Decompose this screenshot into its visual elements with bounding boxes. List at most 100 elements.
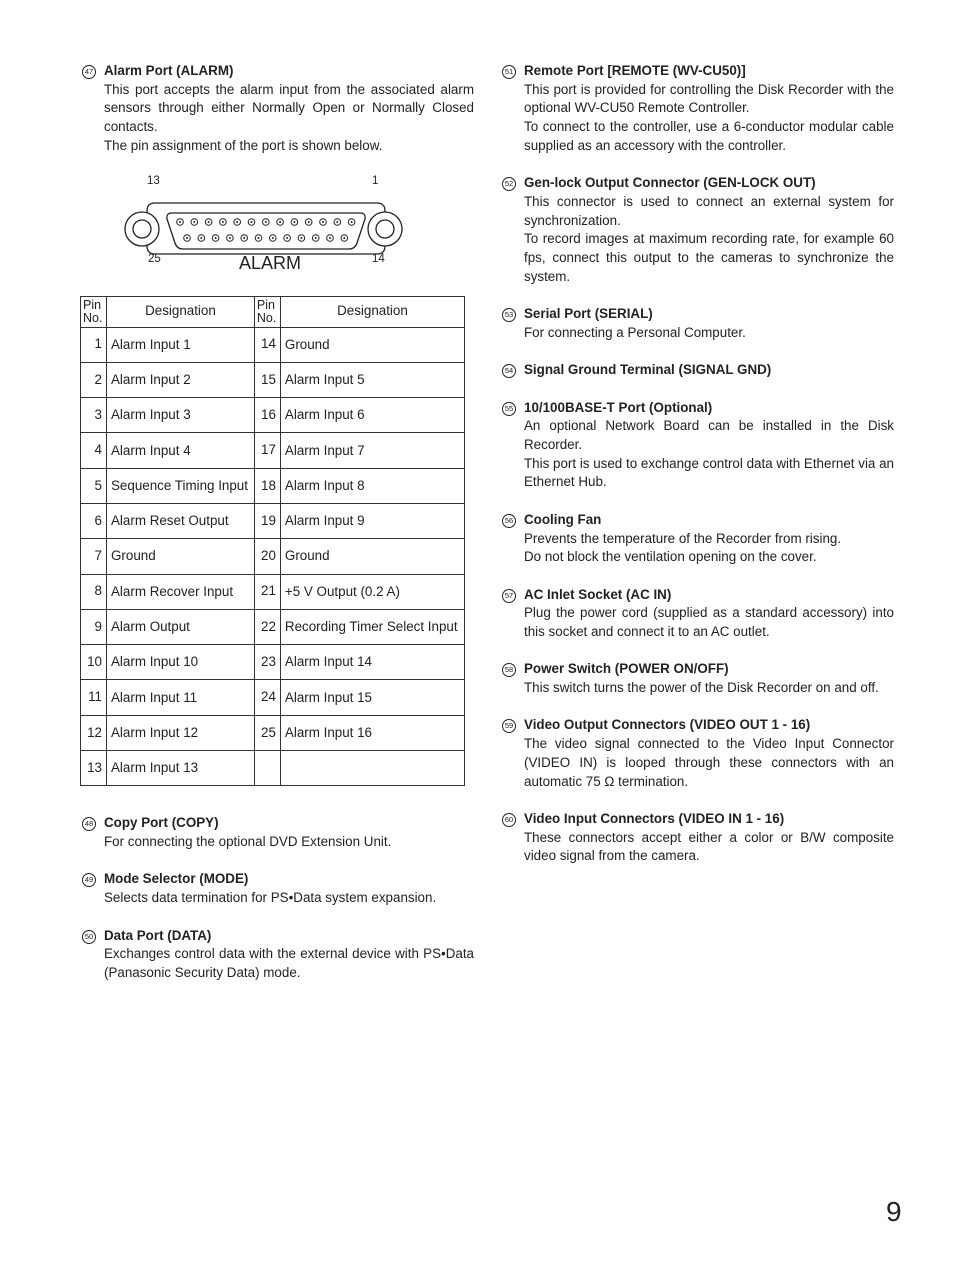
alarm-connector-diagram: 13 1 25 14 ALARM: [82, 168, 474, 288]
section: 54 Signal Ground Terminal (SIGNAL GND): [502, 361, 894, 380]
section: 50 Data Port (DATA) Exchanges control data…: [82, 927, 474, 983]
section: 51 Remote Port [REMOTE (WV-CU50)] This por…: [502, 62, 894, 156]
pin-designation: Alarm Input 2: [106, 361, 255, 399]
pin-number: 24: [253, 679, 281, 716]
pin-number: 12: [80, 714, 107, 752]
pin-center: [336, 220, 339, 223]
table-row: 13 Alarm Input 13: [80, 750, 466, 787]
section-heading: 50 Data Port (DATA): [82, 927, 474, 946]
section-body: An optional Network Board can be install…: [502, 417, 894, 492]
pin-designation: +5 V Output (0.2 A): [279, 573, 466, 610]
pin-number: 14: [253, 326, 281, 363]
section-body: This port accepts the alarm input from t…: [82, 81, 474, 156]
pin-designation: Alarm Input 11: [106, 679, 255, 716]
circled-number: 50: [82, 929, 96, 944]
pin-center: [214, 236, 217, 239]
pin-designation: [279, 750, 466, 787]
pin-number: 6: [80, 502, 107, 540]
section-body: For connecting a Personal Computer.: [502, 324, 894, 343]
circled-number: 47: [82, 65, 96, 79]
circled-number: 55: [502, 401, 516, 416]
pin-number: 8: [80, 573, 107, 610]
section-title: Data Port (DATA): [104, 927, 212, 943]
pin-designation: Ground: [279, 326, 466, 363]
pin-designation: Alarm Input 6: [279, 397, 466, 434]
section-heading: 55 10/100BASE-T Port (Optional): [502, 399, 894, 418]
pin-number: 23: [253, 644, 281, 681]
section-title: Video Input Connectors (VIDEO IN 1 - 16): [524, 810, 785, 826]
pin-designation: Alarm Input 12: [106, 714, 255, 752]
section-title: Power Switch (POWER ON/OFF): [524, 661, 729, 677]
paragraph: Do not block the ventilation opening on …: [524, 549, 817, 565]
pin-center: [314, 236, 317, 239]
left-column: 47 Alarm Port (ALARM) This port accepts th…: [80, 62, 474, 1001]
circled-number: 57: [502, 588, 516, 603]
table-row: 4 Alarm Input 4 17 Alarm Input 7: [80, 432, 466, 469]
pin-number: 19: [253, 502, 281, 540]
pin-center: [271, 236, 274, 239]
section: 60 Video Input Connectors (VIDEO IN 1 - 1…: [502, 810, 894, 866]
d-sub-25-connector-icon: [124, 201, 403, 255]
pin-number: 16: [253, 397, 281, 434]
pin-designation: Alarm Input 1: [106, 326, 255, 363]
column-header: Designation: [279, 295, 466, 328]
section-title: Video Output Connectors (VIDEO OUT 1 - 1…: [524, 717, 811, 733]
pin-center: [300, 236, 303, 239]
section: 48 Copy Port (COPY) For connecting the opt…: [82, 814, 474, 851]
pin-center: [186, 236, 188, 239]
section-heading: 54 Signal Ground Terminal (SIGNAL GND): [502, 361, 894, 380]
pin-number: 2: [80, 361, 107, 399]
pin-number: 20: [253, 538, 281, 575]
table-row: 5 Sequence Timing Input 18 Alarm Input 8: [80, 467, 466, 505]
pin-center: [293, 220, 296, 223]
section-title: Serial Port (SERIAL): [524, 306, 653, 322]
column-header: Pin No.: [80, 295, 107, 328]
pin-center: [286, 236, 289, 239]
column-header: Pin No.: [253, 295, 281, 328]
section: 52 Gen-lock Output Connector (GEN-LOCK OU…: [502, 174, 894, 286]
section-body: Selects data termination for PS•Data sys…: [82, 889, 474, 908]
circled-number: 56: [502, 513, 516, 528]
table-row: 7 Ground 20 Ground: [80, 538, 466, 575]
pin-designation: Alarm Input 9: [279, 502, 466, 540]
pin-number: 21: [253, 573, 281, 610]
pin-number: 9: [80, 608, 107, 646]
section-body: For connecting the optional DVD Extensio…: [82, 833, 474, 852]
section-heading: 59 Video Output Connectors (VIDEO OUT 1 -…: [502, 716, 894, 735]
paragraph: Prevents the temperature of the Recorder…: [524, 530, 842, 546]
pin-designation: Alarm Output: [106, 608, 255, 646]
pin-number: 3: [80, 397, 107, 434]
section: 53 Serial Port (SERIAL) For connecting a P…: [502, 305, 894, 342]
pin-center: [322, 220, 324, 223]
paragraph: This port accepts the alarm input from t…: [104, 81, 474, 135]
section-heading: 48 Copy Port (COPY): [82, 814, 474, 833]
pin-number: 11: [80, 679, 107, 716]
section-title: AC Inlet Socket (AC IN): [524, 586, 672, 602]
pin-center: [236, 220, 239, 223]
pin-number: 13: [80, 750, 107, 787]
pin-number: [253, 750, 281, 787]
right-column: 51 Remote Port [REMOTE (WV-CU50)] This por…: [502, 62, 894, 885]
section: 47 Alarm Port (ALARM) This port accepts th…: [82, 62, 474, 156]
paragraph: This connector is used to connect an ext…: [524, 193, 894, 228]
pin-center: [228, 236, 231, 239]
circled-number: 52: [502, 177, 516, 192]
section-title: Mode Selector (MODE): [104, 871, 249, 887]
table-row: 11 Alarm Input 11 24 Alarm Input 15: [80, 679, 466, 716]
pin-number: 22: [253, 608, 281, 646]
table-row: 10 Alarm Input 10 23 Alarm Input 14: [80, 644, 466, 681]
circled-number: 51: [502, 65, 516, 79]
pin-designation: Alarm Input 15: [279, 679, 466, 716]
circled-number: 59: [502, 719, 516, 734]
paragraph: Exchanges control data with the external…: [104, 946, 474, 980]
pin-designation: Alarm Input 13: [106, 750, 255, 787]
circled-number: 54: [502, 364, 516, 379]
circled-number: 58: [502, 663, 516, 678]
pin-designation: Alarm Input 3: [106, 397, 255, 434]
section: 56 Cooling Fan Prevents the temperature of…: [502, 511, 894, 567]
paragraph: Selects data termination for PS•Data sys…: [104, 890, 437, 906]
section-body: This switch turns the power of the Disk …: [502, 679, 894, 698]
table-row: 9 Alarm Output 22 Recording Timer Select In…: [80, 608, 466, 646]
pin-designation: Sequence Timing Input: [106, 467, 255, 505]
section: 55 10/100BASE-T Port (Optional) An optiona…: [502, 399, 894, 493]
